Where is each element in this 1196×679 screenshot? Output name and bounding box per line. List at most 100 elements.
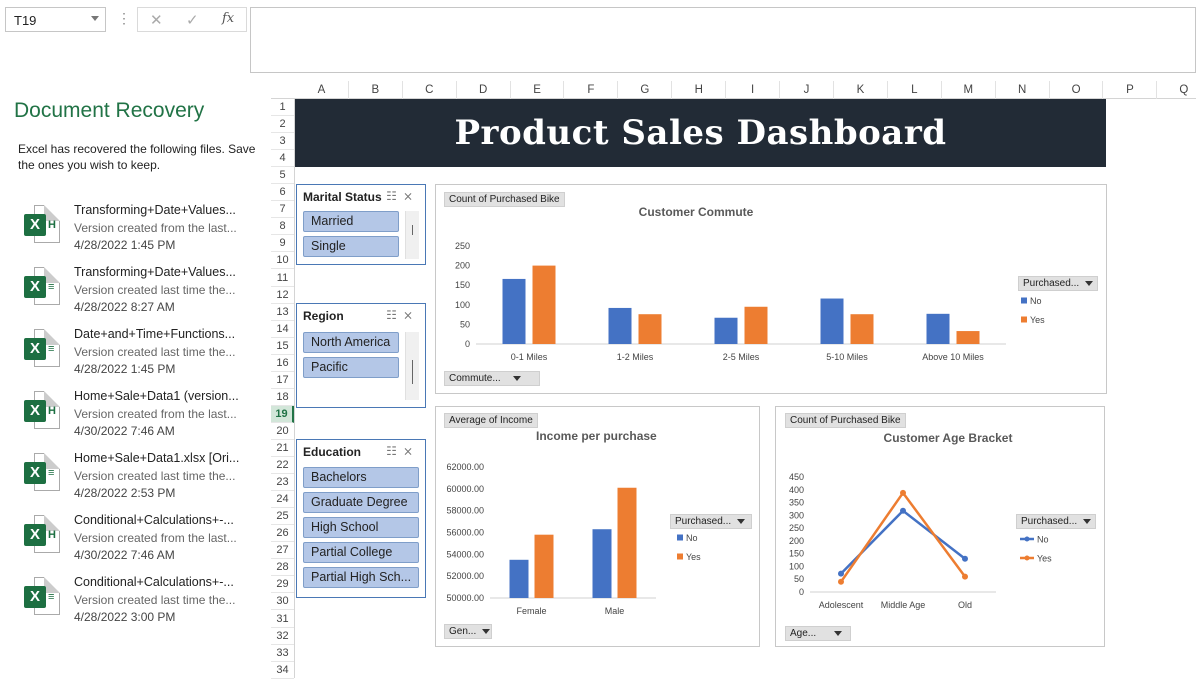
column-header[interactable]: A	[295, 81, 349, 99]
slicer-marital-status[interactable]: Marital Status ☷⨯ Married Single	[296, 184, 426, 265]
chart-customer-age-bracket[interactable]: Count of Purchased Bike Customer Age Bra…	[775, 406, 1105, 647]
row-header[interactable]: 23	[271, 474, 294, 492]
recovery-file-name: Conditional+Calculations+-...	[74, 513, 234, 527]
slicer-region[interactable]: Region ☷⨯ North America Pacific	[296, 303, 426, 408]
column-header[interactable]: E	[511, 81, 565, 99]
row-header[interactable]: 21	[271, 440, 294, 457]
row-header[interactable]: 29	[271, 576, 294, 594]
column-header[interactable]: Q	[1157, 81, 1196, 99]
row-header[interactable]: 5	[271, 167, 294, 185]
legend-field-button[interactable]: Purchased...	[1016, 514, 1096, 529]
row-header[interactable]: 13	[271, 304, 294, 321]
legend-field-button[interactable]: Purchased...	[1018, 276, 1098, 291]
row-header[interactable]: 8	[271, 218, 294, 236]
column-header[interactable]: J	[780, 81, 834, 99]
axis-field-button[interactable]: Age...	[785, 626, 851, 641]
recovery-file-item[interactable]: X H Transforming+Date+Values... Version cre…	[24, 203, 270, 265]
slicer-item-partial-high-school[interactable]: Partial High Sch...	[303, 567, 419, 588]
row-header[interactable]: 15	[271, 338, 294, 355]
column-header[interactable]: F	[565, 81, 619, 99]
slicer-scrollbar[interactable]	[405, 332, 419, 400]
clear-filter-icon[interactable]: ⨯	[403, 189, 419, 203]
row-header[interactable]: 6	[271, 184, 294, 202]
column-header[interactable]: I	[726, 81, 781, 99]
row-header[interactable]: 30	[271, 593, 294, 611]
row-header[interactable]: 28	[271, 559, 294, 577]
column-header[interactable]: L	[888, 81, 942, 99]
multi-select-icon[interactable]: ☷	[386, 189, 403, 203]
row-header[interactable]: 10	[271, 252, 294, 270]
row-header[interactable]: 22	[271, 457, 294, 475]
function-icon[interactable]: fx	[222, 11, 234, 26]
row-header[interactable]: 7	[271, 201, 294, 219]
column-header[interactable]: C	[403, 81, 457, 99]
slicer-item-high-school[interactable]: High School	[303, 517, 419, 538]
row-header[interactable]: 11	[271, 270, 294, 287]
legend-marker	[1024, 555, 1030, 561]
slicer-item-partial-college[interactable]: Partial College	[303, 542, 419, 563]
row-header[interactable]: 26	[271, 525, 294, 543]
chevron-down-icon	[737, 518, 746, 524]
row-header[interactable]: 34	[271, 662, 294, 679]
recovery-file-version: Version created from the last...	[74, 407, 237, 421]
row-header[interactable]: 31	[271, 611, 294, 628]
column-header[interactable]: P	[1104, 81, 1158, 99]
recovery-file-item[interactable]: X ≡ Conditional+Calculations+-... Version c…	[24, 575, 270, 637]
row-header[interactable]: 19	[271, 405, 294, 423]
row-header[interactable]: 4	[271, 150, 294, 168]
column-header[interactable]: D	[457, 81, 511, 99]
column-header[interactable]: G	[618, 81, 673, 99]
column-header[interactable]: K	[834, 81, 888, 99]
chevron-down-icon[interactable]	[91, 16, 99, 21]
recovery-file-date: 4/28/2022 1:45 PM	[74, 362, 176, 376]
slicer-scrollbar[interactable]	[405, 211, 419, 259]
slicer-item-pacific[interactable]: Pacific	[303, 357, 399, 378]
row-header[interactable]: 9	[271, 235, 294, 253]
recovery-file-item[interactable]: X ≡ Home+Sale+Data1.xlsx [Ori... Version cr…	[24, 451, 270, 513]
slicer-item-north-america[interactable]: North America	[303, 332, 399, 353]
chart-customer-commute[interactable]: Count of Purchased Bike Customer Commute…	[435, 184, 1107, 394]
recovery-file-version: Version created last time the...	[74, 345, 236, 359]
cancel-icon[interactable]: ✕	[150, 11, 163, 29]
row-header[interactable]: 32	[271, 628, 294, 645]
slicer-item-single[interactable]: Single	[303, 236, 399, 257]
column-header[interactable]: O	[1050, 81, 1104, 99]
multi-select-icon[interactable]: ☷	[386, 308, 403, 322]
slicer-education[interactable]: Education ☷⨯ Bachelors Graduate Degree H…	[296, 439, 426, 598]
recovery-file-item[interactable]: X ≡ Date+and+Time+Functions... Version crea…	[24, 327, 270, 389]
slicer-item-bachelors[interactable]: Bachelors	[303, 467, 419, 488]
enter-icon[interactable]: ✓	[186, 11, 199, 29]
formula-input[interactable]	[250, 7, 1196, 73]
row-header[interactable]: 25	[271, 508, 294, 526]
clear-filter-icon[interactable]: ⨯	[403, 444, 419, 458]
slicer-item-graduate-degree[interactable]: Graduate Degree	[303, 492, 419, 513]
row-header[interactable]: 3	[271, 133, 294, 151]
chart-income-per-purchase[interactable]: Average of Income Income per purchase 50…	[435, 406, 760, 647]
recovery-file-item[interactable]: X H Conditional+Calculations+-... Version c…	[24, 513, 270, 575]
row-header[interactable]: 27	[271, 542, 294, 560]
row-header[interactable]: 1	[271, 99, 294, 116]
row-header[interactable]: 14	[271, 321, 294, 338]
column-header[interactable]: N	[996, 81, 1050, 99]
row-header[interactable]: 24	[271, 491, 294, 509]
column-header[interactable]: B	[349, 81, 403, 99]
recovery-file-item[interactable]: X ≡ Transforming+Date+Values... Version cre…	[24, 265, 270, 327]
slicer-item-married[interactable]: Married	[303, 211, 399, 232]
legend-field-button[interactable]: Purchased...	[670, 514, 752, 529]
recovery-file-item[interactable]: X H Home+Sale+Data1 (version... Version cre…	[24, 389, 270, 451]
clear-filter-icon[interactable]: ⨯	[403, 308, 419, 322]
name-box[interactable]: T19	[5, 7, 106, 32]
column-header[interactable]: M	[942, 81, 996, 99]
row-header[interactable]: 17	[271, 372, 294, 389]
multi-select-icon[interactable]: ☷	[386, 444, 403, 458]
axis-field-button[interactable]: Gen...	[444, 624, 492, 639]
series-line-yes	[839, 490, 967, 583]
row-header[interactable]: 33	[271, 645, 294, 662]
row-header[interactable]: 12	[271, 287, 294, 304]
column-header[interactable]: H	[672, 81, 727, 99]
axis-field-button[interactable]: Commute...	[444, 371, 540, 386]
row-header[interactable]: 2	[271, 116, 294, 134]
row-header[interactable]: 18	[271, 389, 294, 406]
row-header[interactable]: 20	[271, 423, 294, 440]
row-header[interactable]: 16	[271, 355, 294, 372]
